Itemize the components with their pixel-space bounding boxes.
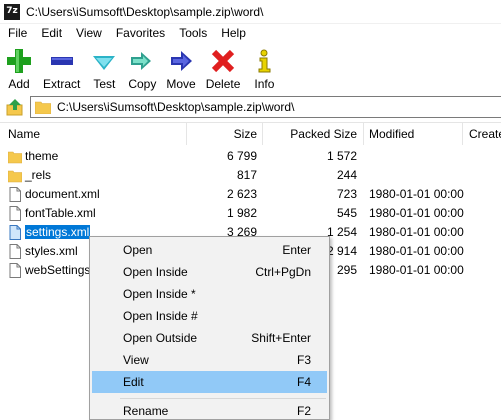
file-modified: 1980-01-01 00:00: [369, 187, 464, 201]
context-menu: Open Enter Open Inside Ctrl+PgDn Open In…: [89, 236, 330, 420]
context-view[interactable]: View F3: [92, 349, 327, 371]
column-size[interactable]: Size: [186, 123, 257, 145]
up-folder-button[interactable]: [4, 96, 26, 118]
context-open-outside-shortcut: Shift+Enter: [251, 331, 311, 345]
menu-tools[interactable]: Tools: [172, 24, 214, 43]
up-folder-icon: [6, 99, 23, 116]
file-packed-size: 545: [336, 206, 357, 220]
file-size: 817: [236, 168, 257, 182]
copy-label: Copy: [128, 77, 157, 91]
toolbar: Add Extract Test Copy Move Delete Info: [0, 43, 501, 93]
file-size: 6 799: [226, 149, 257, 163]
title-bar: 7z C:\Users\iSumsoft\Desktop\sample.zip\…: [0, 0, 501, 24]
context-open-inside-star-label: Open Inside *: [123, 287, 196, 301]
menu-help[interactable]: Help: [214, 24, 253, 43]
file-icon: [9, 187, 21, 202]
context-rename[interactable]: Rename F2: [92, 400, 327, 420]
x-icon: [209, 47, 237, 75]
file-name: document.xml: [25, 187, 100, 201]
file-name: theme: [25, 149, 59, 163]
file-modified: 1980-01-01 00:00: [369, 206, 464, 220]
context-rename-shortcut: F2: [296, 404, 311, 418]
menu-bar: File Edit View Favorites Tools Help: [0, 24, 501, 43]
file-name: settings.xml: [23, 224, 92, 240]
context-open-shortcut: Enter: [282, 243, 311, 257]
folder-icon: [35, 101, 51, 114]
folder-icon: [8, 151, 22, 164]
file-icon: [9, 244, 21, 259]
list-item[interactable]: _rels 817 244: [0, 166, 501, 185]
context-open-inside-hash[interactable]: Open Inside #: [92, 305, 327, 327]
window-title: C:\Users\iSumsoft\Desktop\sample.zip\wor…: [26, 4, 264, 19]
info-label: Info: [254, 77, 275, 91]
file-packed-size: 723: [336, 187, 357, 201]
context-edit-shortcut: F4: [296, 375, 311, 389]
column-name[interactable]: Name: [8, 123, 40, 145]
address-path: C:\Users\iSumsoft\Desktop\sample.zip\wor…: [57, 100, 295, 114]
file-packed-size: 1 572: [326, 149, 357, 163]
context-open-inside[interactable]: Open Inside Ctrl+PgDn: [92, 261, 327, 283]
context-open-inside-hash-label: Open Inside #: [123, 309, 198, 323]
move-button[interactable]: Move: [161, 43, 200, 91]
check-arrow-icon: [90, 47, 118, 75]
list-header: Name Size Packed Size Modified Create: [0, 123, 501, 145]
info-icon: [250, 47, 278, 75]
list-item[interactable]: document.xml 2 623 723 1980-01-01 00:00: [0, 185, 501, 204]
file-name: _rels: [25, 168, 52, 182]
address-input[interactable]: C:\Users\iSumsoft\Desktop\sample.zip\wor…: [30, 96, 501, 118]
folder-icon: [8, 170, 22, 183]
column-created[interactable]: Create: [469, 123, 501, 145]
context-open-label: Open: [123, 243, 153, 257]
context-open[interactable]: Open Enter: [92, 239, 327, 261]
context-view-label: View: [123, 353, 149, 367]
file-name: styles.xml: [25, 244, 78, 258]
app-7zip-icon[interactable]: 7z: [4, 3, 20, 20]
file-icon: [9, 206, 21, 221]
file-modified: 1980-01-01 00:00: [369, 225, 464, 239]
extract-label: Extract: [43, 77, 81, 91]
list-item[interactable]: theme 6 799 1 572: [0, 147, 501, 166]
extract-button[interactable]: Extract: [38, 43, 85, 91]
list-item[interactable]: fontTable.xml 1 982 545 1980-01-01 00:00: [0, 204, 501, 223]
add-label: Add: [8, 77, 30, 91]
test-button[interactable]: Test: [85, 43, 123, 91]
right-arrow-icon: [167, 47, 195, 75]
column-packed-size[interactable]: Packed Size: [262, 123, 357, 145]
test-label: Test: [93, 77, 116, 91]
file-icon: [9, 263, 21, 278]
column-modified[interactable]: Modified: [369, 123, 414, 145]
context-view-shortcut: F3: [296, 353, 311, 367]
file-size: 1 982: [226, 206, 257, 220]
plus-icon: [5, 47, 33, 75]
delete-label: Delete: [205, 77, 241, 91]
context-open-inside-label: Open Inside: [123, 265, 188, 279]
file-modified: 1980-01-01 00:00: [369, 244, 464, 258]
menu-view[interactable]: View: [69, 24, 109, 43]
menu-separator: [120, 398, 326, 399]
address-bar: C:\Users\iSumsoft\Desktop\sample.zip\wor…: [0, 95, 501, 119]
file-icon: [9, 225, 21, 240]
file-packed-size: 244: [336, 168, 357, 182]
menu-file[interactable]: File: [0, 24, 34, 43]
minus-icon: [48, 47, 76, 75]
context-open-inside-shortcut: Ctrl+PgDn: [255, 265, 311, 279]
menu-favorites[interactable]: Favorites: [109, 24, 172, 43]
menu-edit[interactable]: Edit: [34, 24, 69, 43]
context-edit-label: Edit: [123, 375, 144, 389]
file-name: fontTable.xml: [25, 206, 96, 220]
info-button[interactable]: Info: [245, 43, 283, 91]
double-arrow-icon: [128, 47, 156, 75]
delete-button[interactable]: Delete: [201, 43, 246, 91]
context-open-outside[interactable]: Open Outside Shift+Enter: [92, 327, 327, 349]
move-label: Move: [166, 77, 196, 91]
context-open-outside-label: Open Outside: [123, 331, 198, 345]
file-name: webSettings: [25, 263, 91, 277]
add-button[interactable]: Add: [0, 43, 38, 91]
context-rename-label: Rename: [123, 404, 169, 418]
context-edit[interactable]: Edit F4: [92, 371, 327, 393]
context-open-inside-star[interactable]: Open Inside *: [92, 283, 327, 305]
file-modified: 1980-01-01 00:00: [369, 263, 464, 277]
file-size: 2 623: [226, 187, 257, 201]
copy-button[interactable]: Copy: [123, 43, 161, 91]
